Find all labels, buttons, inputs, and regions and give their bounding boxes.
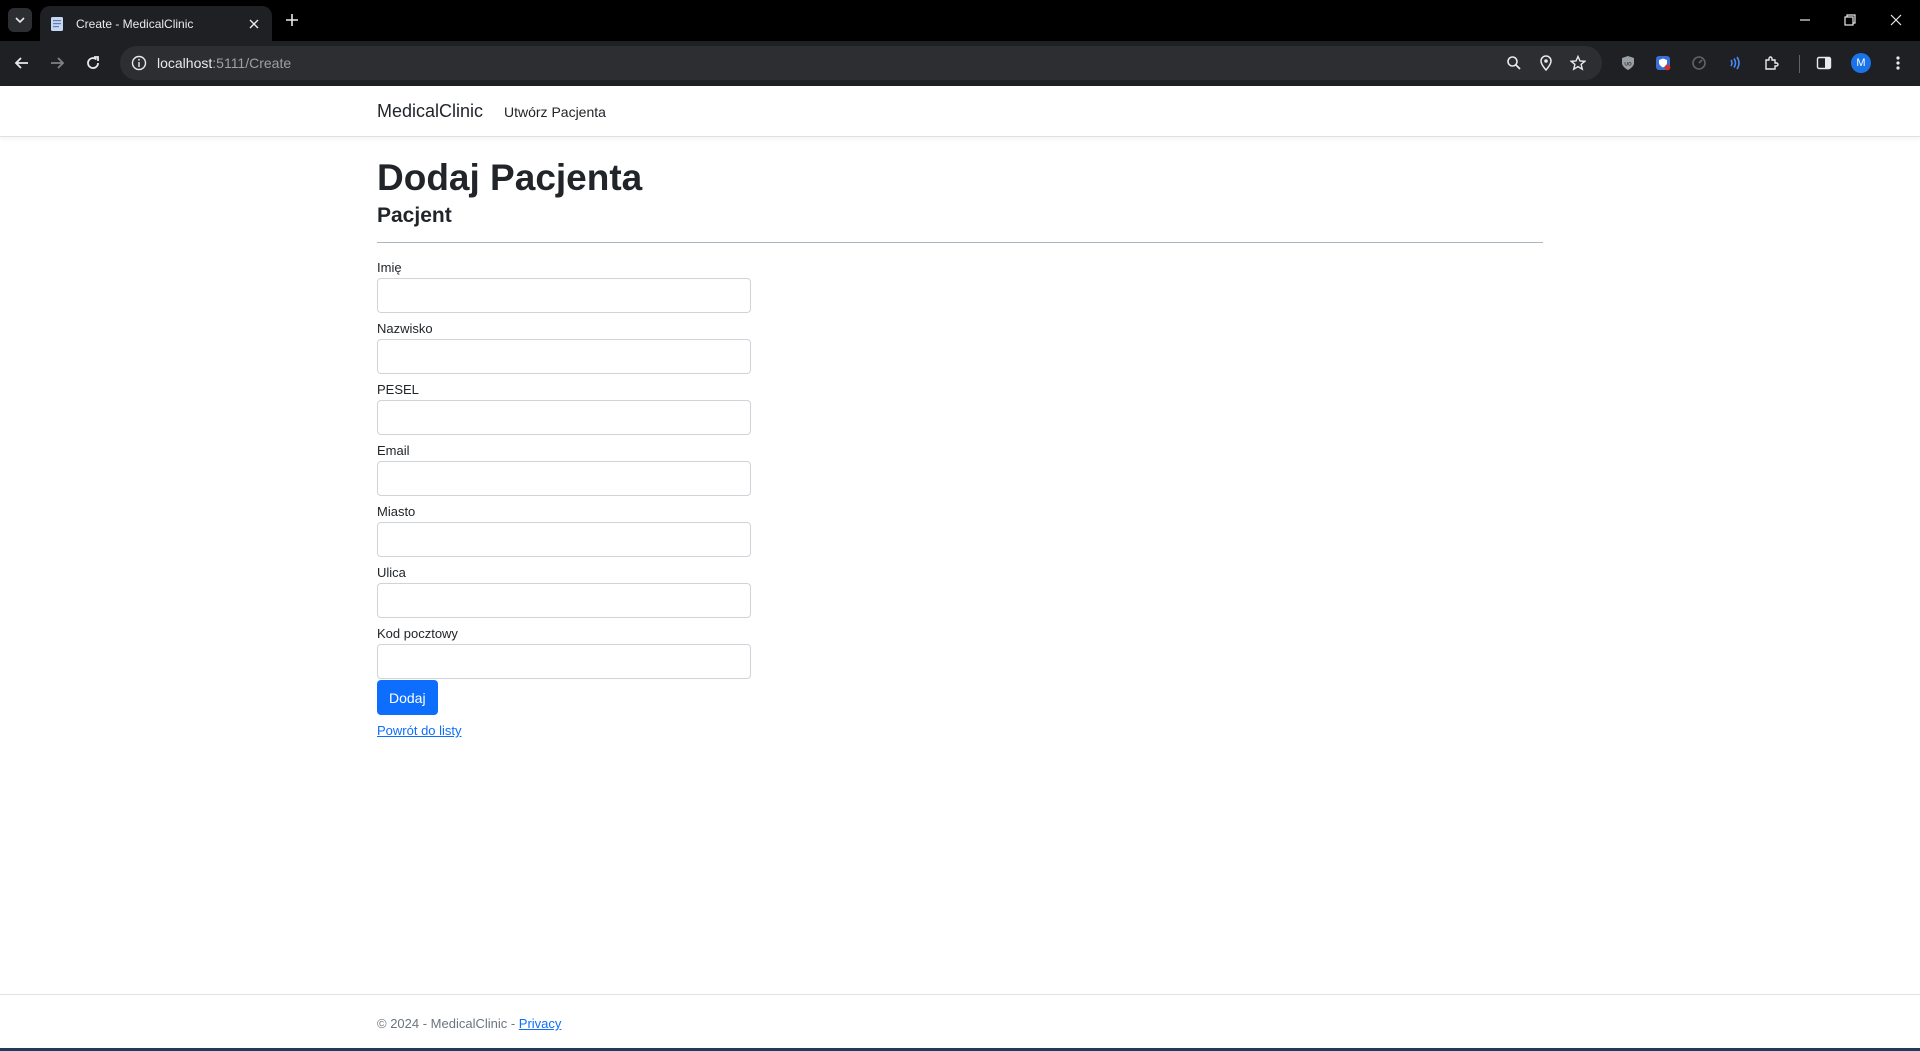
street-label: Ulica xyxy=(377,565,406,580)
ublock-extension-icon[interactable]: uo xyxy=(1618,53,1638,73)
brand-link[interactable]: MedicalClinic xyxy=(377,101,483,122)
close-window-button[interactable] xyxy=(1884,8,1908,32)
city-label: Miasto xyxy=(377,504,416,519)
tab-search-button[interactable] xyxy=(8,8,32,32)
page-title: Dodaj Pacjenta xyxy=(377,157,643,198)
browser-tab-active[interactable]: Create - MedicalClinic xyxy=(40,6,272,41)
email-input[interactable] xyxy=(377,461,751,496)
minimize-window-button[interactable] xyxy=(1793,8,1817,32)
reload-button[interactable] xyxy=(81,51,105,75)
profile-avatar[interactable]: M xyxy=(1851,53,1871,73)
shield-extension-icon[interactable] xyxy=(1653,53,1673,73)
form-group-city: Miasto xyxy=(377,504,751,557)
form-group-last-name: Nazwisko xyxy=(377,321,751,374)
browser-toolbar: localhost:5111/Create uo M xyxy=(0,41,1920,86)
plus-icon xyxy=(286,14,298,26)
city-input[interactable] xyxy=(377,522,751,557)
first-name-input[interactable] xyxy=(377,278,751,313)
arrow-right-icon xyxy=(51,57,65,69)
chevron-down-icon xyxy=(15,17,25,24)
browser-tab-bar: Create - MedicalClinic xyxy=(0,0,1920,41)
zoom-icon[interactable] xyxy=(1505,54,1523,72)
reload-icon xyxy=(87,56,99,69)
location-icon[interactable] xyxy=(1537,54,1555,72)
main-content: Dodaj Pacjenta Pacjent Imię Nazwisko PES… xyxy=(377,156,1543,738)
web-page: MedicalClinic Utwórz Pacjenta Dodaj Pacj… xyxy=(0,86,1920,1051)
last-name-input[interactable] xyxy=(377,339,751,374)
pesel-label: PESEL xyxy=(377,382,419,397)
form-group-pesel: PESEL xyxy=(377,382,751,435)
new-tab-button[interactable] xyxy=(282,10,302,30)
arrow-left-icon xyxy=(14,57,28,69)
section-subtitle: Pacjent xyxy=(377,204,452,227)
postal-code-input[interactable] xyxy=(377,644,751,679)
privacy-link[interactable]: Privacy xyxy=(519,1016,562,1031)
back-button[interactable] xyxy=(10,51,34,75)
back-to-list-link[interactable]: Powrót do listy xyxy=(377,723,1543,738)
forward-button[interactable] xyxy=(45,51,69,75)
postal-code-label: Kod pocztowy xyxy=(377,626,458,641)
last-name-label: Nazwisko xyxy=(377,321,433,336)
footer-text: © 2024 - MedicalClinic - Privacy xyxy=(377,1016,561,1031)
minimize-icon xyxy=(1800,19,1810,21)
site-navbar: MedicalClinic Utwórz Pacjenta xyxy=(0,86,1920,137)
url-text[interactable]: localhost:5111/Create xyxy=(157,55,291,71)
tab-title: Create - MedicalClinic xyxy=(76,16,194,31)
address-bar[interactable]: localhost:5111/Create xyxy=(120,46,1602,80)
close-tab-icon[interactable] xyxy=(246,16,262,32)
url-path: :5111/Create xyxy=(212,55,292,71)
patient-form: Imię Nazwisko PESEL Email Miasto Ulica K… xyxy=(377,260,751,715)
svg-text:uo: uo xyxy=(1624,61,1632,68)
pesel-input[interactable] xyxy=(377,400,751,435)
form-group-postal-code: Kod pocztowy xyxy=(377,626,751,679)
toolbar-separator xyxy=(1799,55,1800,73)
form-group-street: Ulica xyxy=(377,565,751,618)
add-patient-button[interactable]: Dodaj xyxy=(377,680,438,715)
close-icon xyxy=(1890,14,1902,26)
nav-link-create-patient[interactable]: Utwórz Pacjenta xyxy=(504,104,606,120)
extensions-puzzle-icon[interactable] xyxy=(1762,53,1782,73)
side-panel-icon[interactable] xyxy=(1814,53,1834,73)
first-name-label: Imię xyxy=(377,260,402,275)
url-host: localhost xyxy=(157,55,213,71)
bookmark-star-icon[interactable] xyxy=(1569,54,1587,72)
timer-extension-icon[interactable] xyxy=(1689,53,1709,73)
restore-icon xyxy=(1844,14,1856,26)
copyright-text: © 2024 - MedicalClinic - xyxy=(377,1016,519,1031)
page-favicon-icon xyxy=(50,16,66,32)
site-footer: © 2024 - MedicalClinic - Privacy xyxy=(0,994,1920,1051)
browser-menu-icon[interactable] xyxy=(1888,53,1908,73)
site-info-icon[interactable] xyxy=(128,52,150,74)
divider xyxy=(377,242,1543,243)
restore-window-button[interactable] xyxy=(1838,8,1862,32)
email-label: Email xyxy=(377,443,410,458)
form-group-first-name: Imię xyxy=(377,260,751,313)
form-group-email: Email xyxy=(377,443,751,496)
audio-extension-icon[interactable] xyxy=(1725,53,1745,73)
street-input[interactable] xyxy=(377,583,751,618)
